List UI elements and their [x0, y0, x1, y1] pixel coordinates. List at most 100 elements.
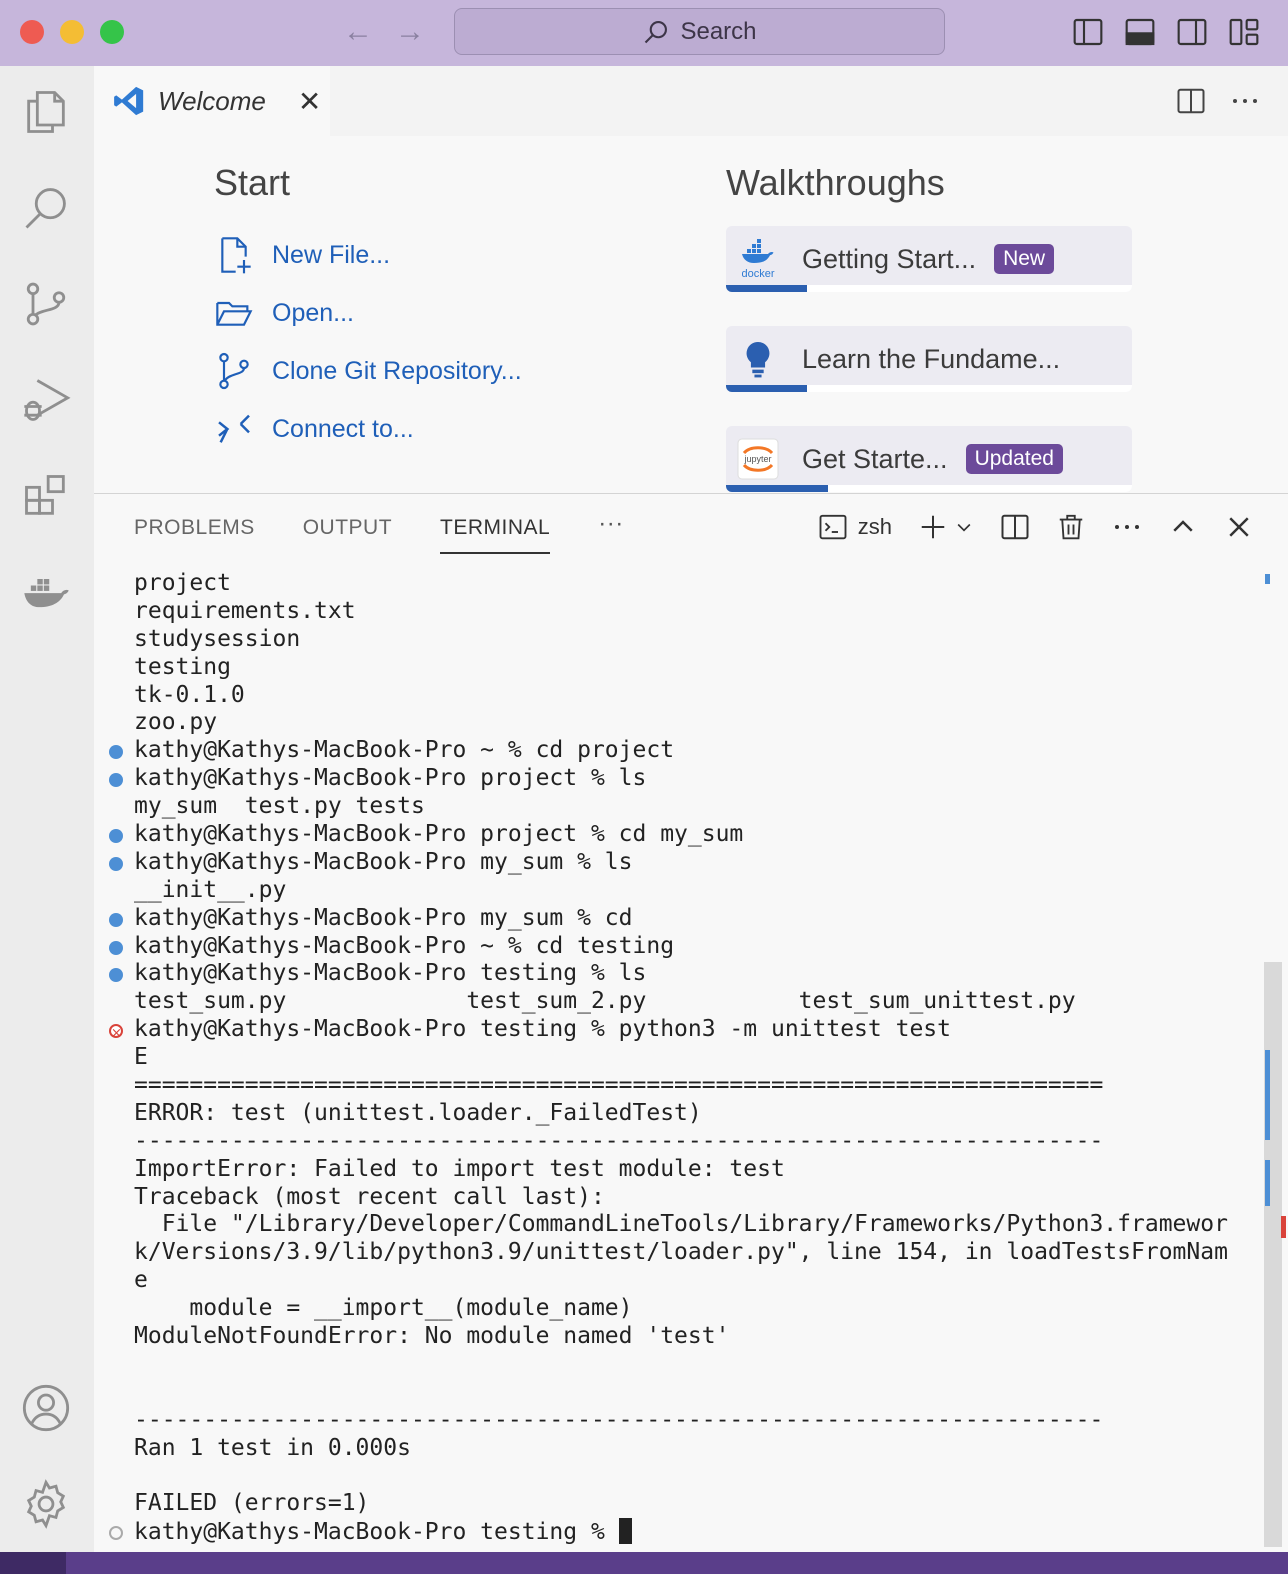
terminal-icon [819, 514, 847, 540]
toggle-panel-icon[interactable] [1124, 16, 1156, 48]
start-item-label[interactable]: Clone Git Repository... [272, 357, 522, 386]
terminal-line: kathy@Kathys-MacBook-Pro my_sum % cd [94, 905, 1264, 933]
vscode-logo-icon [114, 86, 144, 116]
terminal-line: tk-0.1.0 [94, 682, 1264, 710]
source-control-icon[interactable] [20, 278, 72, 330]
lightbulb-icon [736, 337, 780, 381]
terminal-line: ----------------------------------------… [94, 1128, 1264, 1156]
command-pending-icon[interactable] [109, 1526, 123, 1541]
close-icon[interactable]: ✕ [298, 85, 321, 118]
walkthrough-progress-fill [726, 485, 828, 492]
scroll-marker [1265, 574, 1270, 584]
split-editor-icon[interactable] [1176, 86, 1206, 116]
window-minimize-button[interactable] [60, 20, 84, 44]
walkthrough-card[interactable]: docker Getting Start... New [726, 226, 1132, 292]
more-actions-icon[interactable] [1112, 512, 1142, 542]
command-success-icon[interactable] [109, 829, 123, 844]
start-item-label[interactable]: Open... [272, 299, 354, 328]
command-success-icon[interactable] [109, 856, 123, 871]
tab-output[interactable]: OUTPUT [303, 516, 392, 554]
bottom-panel: PROBLEMS OUTPUT TERMINAL ··· zsh project… [94, 493, 1288, 1552]
search-icon [645, 20, 668, 43]
start-item-label[interactable]: Connect to... [272, 415, 414, 444]
toggle-secondary-sidebar-icon[interactable] [1176, 16, 1208, 48]
terminal-line-text: FAILED (errors=1) [134, 1490, 370, 1517]
search-placeholder: Search [680, 17, 757, 45]
remote-indicator[interactable] [0, 1552, 66, 1574]
forward-arrow-icon[interactable]: → [392, 14, 428, 50]
docker-icon[interactable] [20, 566, 72, 618]
terminal-line: kathy@Kathys-MacBook-Pro testing % ls [94, 960, 1264, 988]
terminal-line-text: E [134, 1044, 148, 1071]
activity-bar [0, 66, 94, 1552]
window-maximize-button[interactable] [100, 20, 124, 44]
new-badge: New [994, 244, 1055, 274]
start-title: Start [214, 162, 291, 203]
tab-terminal[interactable]: TERMINAL [440, 516, 551, 554]
window-close-button[interactable] [20, 20, 44, 44]
maximize-panel-icon[interactable] [1168, 512, 1198, 542]
start-open[interactable]: Open... [214, 284, 522, 342]
walkthrough-card[interactable]: jupyter Get Starte... Updated [726, 426, 1132, 492]
walkthrough-progress-fill [726, 385, 808, 392]
run-debug-icon[interactable] [20, 374, 72, 426]
terminal-line: ModuleNotFoundError: No module named 'te… [94, 1323, 1264, 1351]
scroll-error-marker [1281, 1216, 1286, 1238]
back-arrow-icon[interactable]: ← [340, 14, 376, 50]
jupyter-icon: jupyter [736, 437, 780, 481]
jupyter-icon-text: jupyter [743, 454, 771, 464]
terminal-line: kathy@Kathys-MacBook-Pro my_sum % ls [94, 849, 1264, 877]
terminal-line: ----------------------------------------… [94, 1407, 1264, 1435]
chevron-down-icon[interactable] [954, 517, 974, 537]
terminal-line-text: tk-0.1.0 [134, 681, 245, 708]
plus-icon [921, 515, 945, 539]
extensions-icon[interactable] [20, 470, 72, 522]
walkthrough-card[interactable]: Learn the Fundame... [726, 326, 1132, 392]
close-panel-icon[interactable] [1224, 512, 1254, 542]
explorer-icon[interactable] [20, 86, 72, 138]
terminal-line: kathy@Kathys-MacBook-Pro testing % [94, 1518, 1264, 1546]
start-section: Start New File... Open... Clone Git Repo… [214, 162, 522, 458]
new-terminal-button[interactable] [918, 512, 974, 542]
terminal-line-text: kathy@Kathys-MacBook-Pro testing % [134, 1519, 619, 1546]
tab-welcome[interactable]: Welcome ✕ [94, 66, 330, 136]
status-bar [0, 1552, 1288, 1574]
start-new-file[interactable]: New File... [214, 226, 522, 284]
terminal-line-text: my_sum test.py tests [134, 793, 425, 820]
settings-gear-icon[interactable] [20, 1478, 72, 1530]
start-connect[interactable]: Connect to... [214, 400, 522, 458]
tab-problems[interactable]: PROBLEMS [134, 516, 255, 554]
command-error-icon[interactable] [109, 1020, 123, 1048]
command-success-icon[interactable] [109, 968, 123, 983]
command-success-icon[interactable] [109, 940, 123, 955]
trash-icon[interactable] [1056, 512, 1086, 542]
folder-open-icon [216, 301, 253, 326]
terminal-line-text: ----------------------------------------… [134, 1127, 1104, 1154]
terminal-line-text: testing [134, 653, 231, 680]
terminal-line: kathy@Kathys-MacBook-Pro ~ % cd testing [94, 933, 1264, 961]
terminal-line-text: kathy@Kathys-MacBook-Pro my_sum % cd [134, 904, 633, 931]
command-success-icon[interactable] [109, 912, 123, 927]
terminal-line-text: File "/Library/Developer/CommandLineTool… [134, 1211, 1228, 1238]
terminal-line-text: ImportError: Failed to import test modul… [134, 1155, 785, 1182]
start-clone-git[interactable]: Clone Git Repository... [214, 342, 522, 400]
terminal-line-text: ----------------------------------------… [134, 1406, 1104, 1433]
panel-more-tabs-icon[interactable]: ··· [598, 510, 623, 554]
customize-layout-icon[interactable] [1228, 16, 1260, 48]
command-success-icon[interactable] [109, 773, 123, 788]
more-actions-icon[interactable] [1230, 86, 1260, 116]
account-icon[interactable] [20, 1382, 72, 1434]
split-terminal-icon[interactable] [1000, 512, 1030, 542]
docker-icon: docker [736, 237, 780, 281]
command-center-search[interactable]: Search [454, 8, 945, 55]
search-icon[interactable] [20, 182, 72, 234]
start-item-label[interactable]: New File... [272, 241, 390, 270]
walkthrough-progress [726, 385, 1132, 392]
terminal-shell-selector[interactable]: zsh [818, 512, 892, 542]
toggle-primary-sidebar-icon[interactable] [1072, 16, 1104, 48]
command-success-icon[interactable] [109, 745, 123, 760]
panel-actions: zsh [818, 512, 1254, 542]
terminal-output[interactable]: project requirements.txt studysession testi… [94, 570, 1264, 1546]
